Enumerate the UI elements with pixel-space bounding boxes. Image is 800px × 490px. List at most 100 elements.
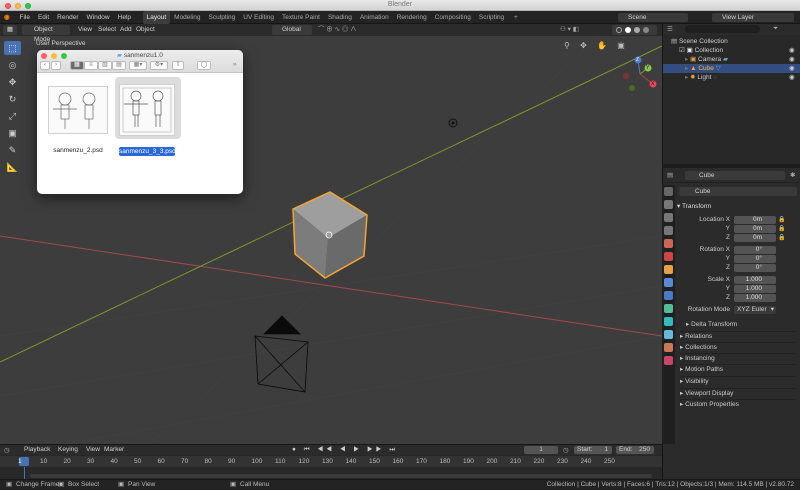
rendered-shading-icon[interactable] [643, 27, 649, 33]
object-tab-icon[interactable] [664, 265, 673, 274]
timeline-editor-icon[interactable]: ◷ [4, 446, 10, 454]
render-tab-icon[interactable] [664, 200, 673, 209]
visibility-eye-icon[interactable]: ◉ [789, 55, 795, 64]
action-gear-icon[interactable]: ⚙▾ [150, 61, 168, 70]
delta-transform-panel[interactable]: ▸ Delta Transform [686, 320, 800, 330]
end-frame-field[interactable]: End: 250 [616, 446, 654, 454]
timeline-menu-playback[interactable]: Playback [24, 446, 50, 453]
shading-mode-buttons[interactable] [612, 25, 657, 35]
rotation-z-field[interactable]: 0° [734, 264, 776, 272]
tab-texture-paint[interactable]: Texture Paint [278, 11, 324, 24]
annotate-tool-icon[interactable]: ✎ [4, 143, 21, 157]
column-view-button[interactable]: ▥ [98, 61, 112, 70]
menu-window[interactable]: Window [83, 11, 114, 24]
rotation-mode-dropdown[interactable]: XYZ Euler ▾ [734, 306, 776, 314]
tab-scripting[interactable]: Scripting [475, 11, 508, 24]
gallery-view-button[interactable]: ▤ [112, 61, 126, 70]
menu-help[interactable]: Help [114, 11, 135, 24]
tag-icon[interactable]: ◯ [197, 61, 211, 70]
particles-tab-icon[interactable] [664, 291, 673, 300]
file-thumbnail-selected[interactable] [119, 84, 175, 136]
outliner-item-light[interactable]: ▸ ✹ Light ◌ ◉ [663, 73, 800, 82]
share-icon[interactable]: ⇧ [172, 61, 184, 70]
tab-uv-editing[interactable]: UV Editing [239, 11, 278, 24]
file-thumbnail[interactable] [48, 86, 108, 134]
file-name[interactable]: sanmenzu_2.psd [43, 147, 113, 154]
playback-controls[interactable]: ● ⏮ ◀◀ ◀ ▶ ▶▶ ⏭ [292, 446, 398, 454]
tab-sculpting[interactable]: Sculpting [205, 11, 240, 24]
transform-panel-header[interactable]: ▾ Transform [677, 202, 797, 212]
snap-icon[interactable]: ⌒ ⊕ ∿ ◎ ∧ [318, 25, 357, 35]
scene-selector[interactable]: Scene [618, 13, 688, 22]
outliner-item-cube[interactable]: ▸ ▲ Cube ▽ ◉ [663, 64, 800, 73]
orientation-dropdown[interactable]: Global [272, 25, 312, 35]
tab-animation[interactable]: Animation [356, 11, 393, 24]
menu-edit[interactable]: Edit [34, 11, 53, 24]
visibility-eye-icon[interactable]: ◉ [789, 73, 795, 82]
solid-shading-icon[interactable] [625, 27, 631, 33]
properties-editor-icon[interactable]: ▤ [667, 171, 673, 179]
outliner-search-input[interactable] [685, 25, 760, 33]
blender-logo-icon[interactable]: ◉ [0, 11, 14, 24]
current-frame-field[interactable]: 1 [524, 446, 558, 454]
scene-tab-icon[interactable] [664, 239, 673, 248]
tool-tab-icon[interactable] [664, 187, 673, 196]
select-box-tool-icon[interactable]: ⬚ [4, 41, 21, 55]
view-layer-selector[interactable]: View Layer [712, 13, 794, 22]
viewport-display-panel[interactable]: ▸ Viewport Display [680, 388, 796, 398]
viewport-menu-add[interactable]: Add [120, 24, 132, 36]
timeline-menu-marker[interactable]: Marker [104, 446, 124, 453]
tab-modeling[interactable]: Modeling [170, 11, 204, 24]
modifier-tab-icon[interactable] [664, 278, 673, 287]
location-z-field[interactable]: 0m [734, 234, 776, 242]
finder-window[interactable]: ▰ sanmenzu1.0 ‹ › ▦ ≡ ▥ ▤ ▦▾ ⚙▾ ⇧ ◯ » sa… [37, 50, 243, 194]
tab-compositing[interactable]: Compositing [431, 11, 475, 24]
material-shading-icon[interactable] [634, 27, 640, 33]
tab-layout[interactable]: Layout [142, 11, 171, 24]
measure-tool-icon[interactable]: 📐 [4, 160, 21, 174]
collection-checkbox-icon[interactable]: ☑ [679, 47, 685, 54]
expand-arrow-icon[interactable]: ▸ [685, 74, 688, 81]
expand-arrow-icon[interactable]: ▸ [685, 56, 688, 63]
viewport-menu-object[interactable]: Object [136, 24, 155, 36]
location-x-field[interactable]: 0m [734, 216, 776, 224]
wireframe-shading-icon[interactable] [616, 27, 622, 33]
list-view-button[interactable]: ≡ [84, 61, 98, 70]
visibility-eye-icon[interactable]: ◉ [789, 64, 795, 73]
scale-y-field[interactable]: 1.000 [734, 285, 776, 293]
timeline-scrollbar[interactable] [30, 474, 652, 478]
object-name-field[interactable]: Cube [685, 171, 785, 180]
tab-rendering[interactable]: Rendering [393, 11, 431, 24]
finder-zoom-button[interactable] [61, 53, 67, 59]
group-by-button[interactable]: ▦▾ [129, 61, 147, 70]
icon-view-button[interactable]: ▦ [70, 61, 84, 70]
finder-back-button[interactable]: ‹ [40, 61, 50, 70]
custom-properties-panel[interactable]: ▸ Custom Properties [680, 399, 796, 409]
world-tab-icon[interactable] [664, 252, 673, 261]
visibility-panel[interactable]: ▸ Visibility [680, 376, 796, 386]
cursor-tool-icon[interactable]: ◎ [4, 58, 21, 72]
viewport-menu-select[interactable]: Select [98, 24, 116, 36]
physics-tab-icon[interactable] [664, 304, 673, 313]
editor-type-icon[interactable]: ▦ [3, 25, 17, 35]
instancing-panel[interactable]: ▸ Instancing [680, 353, 796, 363]
motion-paths-panel[interactable]: ▸ Motion Paths [680, 364, 796, 374]
scale-tool-icon[interactable]: ⤢ [4, 109, 21, 123]
timeline-menu-keying[interactable]: Keying [58, 446, 78, 453]
navigation-gizmo[interactable]: X Y Z [620, 54, 660, 94]
overlay-toggle-icon[interactable]: ⚇ ▾ ◧ [560, 25, 579, 35]
outliner-item-collection[interactable]: ☑ ▣ Collection ◉ [663, 46, 800, 55]
pin-icon[interactable]: ✱ [790, 171, 795, 179]
outliner-editor-icon[interactable]: ☰ [667, 25, 673, 33]
tab-shading[interactable]: Shading [324, 11, 356, 24]
scale-x-field[interactable]: 1.000 [734, 276, 776, 284]
timeline-menu-view[interactable]: View [86, 446, 100, 453]
scale-z-field[interactable]: 1.000 [734, 294, 776, 302]
rotation-y-field[interactable]: 0° [734, 255, 776, 263]
constraints-tab-icon[interactable] [664, 317, 673, 326]
finder-close-button[interactable] [41, 53, 47, 59]
visibility-eye-icon[interactable]: ◉ [789, 46, 795, 55]
finder-forward-button[interactable]: › [51, 61, 61, 70]
view-layer-tab-icon[interactable] [664, 226, 673, 235]
relations-panel[interactable]: ▸ Relations [680, 331, 796, 341]
